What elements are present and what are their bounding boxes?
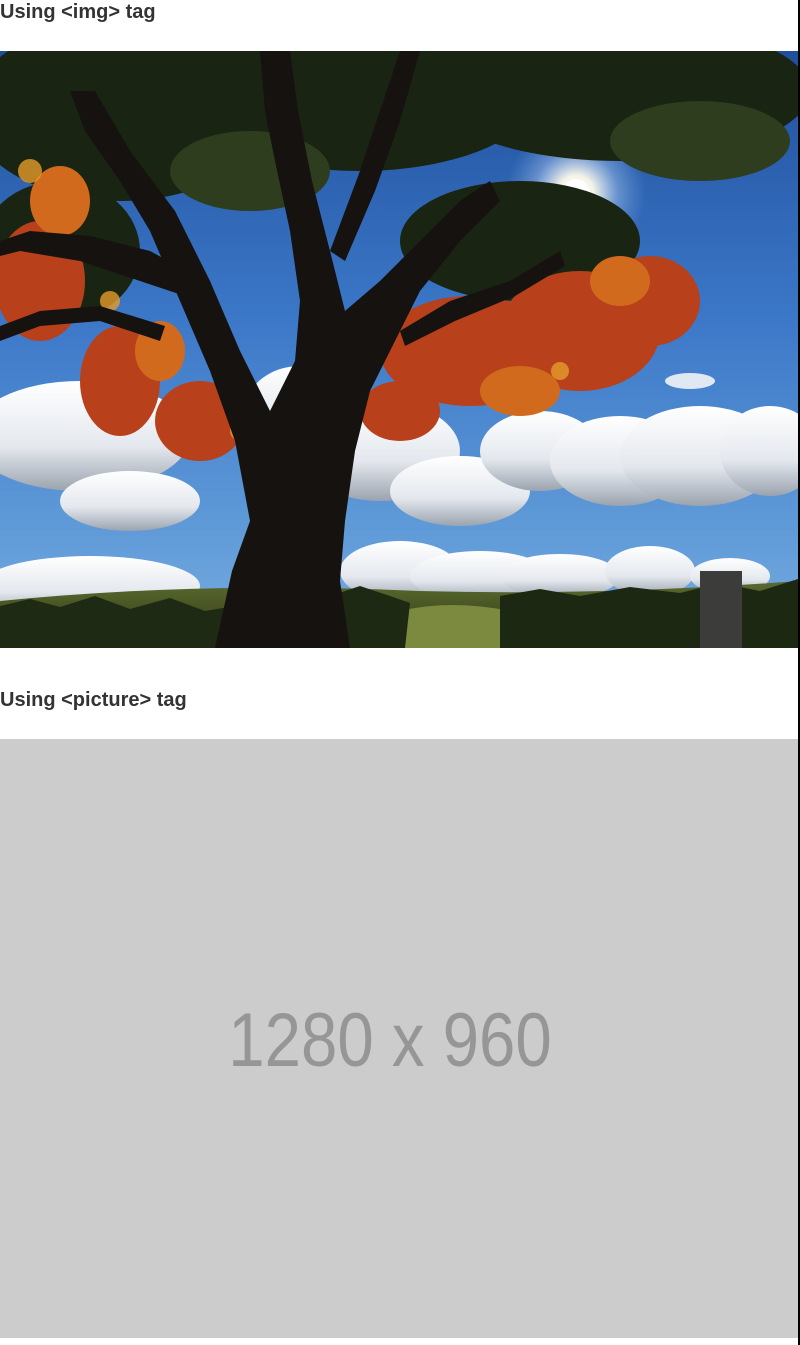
- placeholder-dimensions-label: 1280 x 960: [228, 998, 552, 1083]
- picture-section-heading: Using <picture> tag: [0, 689, 187, 711]
- page: Using <img> tag Using <picture> tag 1280…: [0, 0, 800, 1345]
- tree-photo: [0, 51, 798, 648]
- tree-photo-drawing: [0, 51, 798, 648]
- img-section-heading: Using <img> tag: [0, 1, 156, 23]
